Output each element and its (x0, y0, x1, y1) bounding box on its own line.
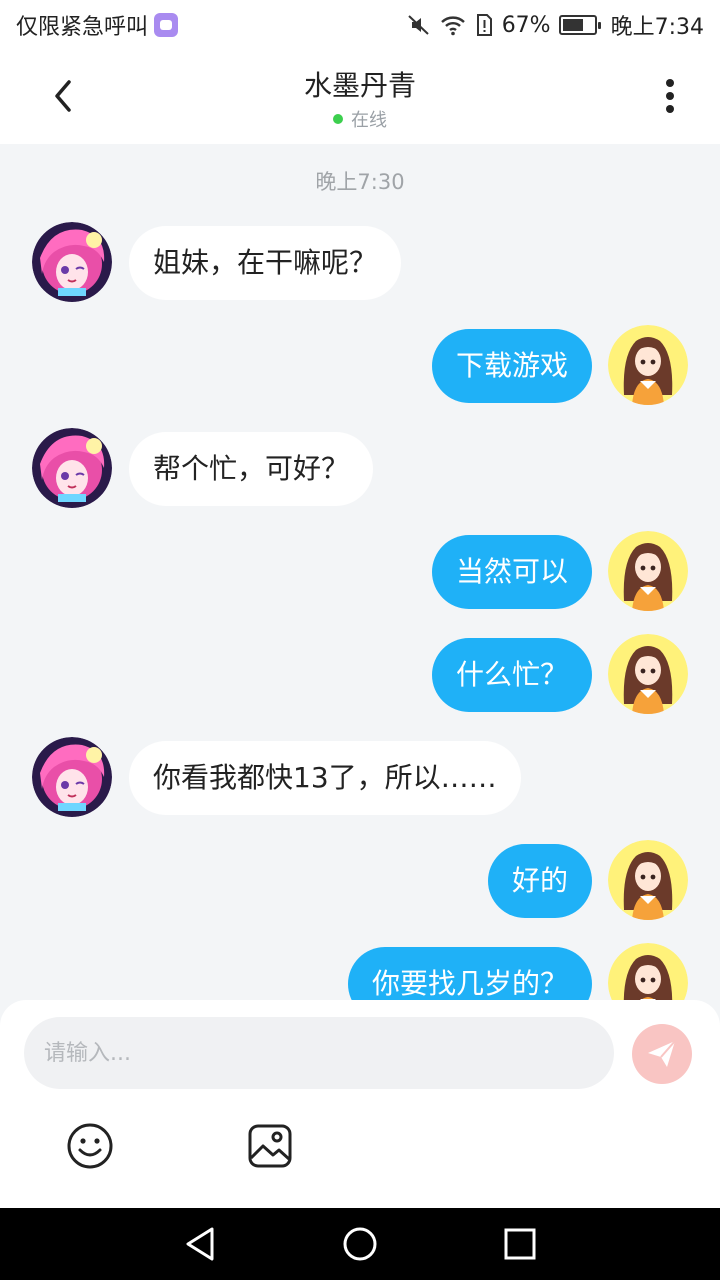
status-time: 晚上7:34 (610, 15, 704, 40)
received-message-bubble[interactable]: 你看我都快13了，所以…… (129, 741, 521, 815)
my-avatar[interactable] (608, 943, 688, 1000)
online-status: 在线 (0, 106, 720, 132)
contact-avatar[interactable] (32, 428, 112, 508)
sim-alert-icon (476, 14, 492, 36)
message-row: 姐妹，在干嘛呢？ (0, 222, 720, 302)
nav-back-button[interactable] (180, 1224, 220, 1264)
sent-message-bubble[interactable]: 什么忙？ (431, 638, 592, 712)
sent-message-bubble[interactable]: 下载游戏 (431, 329, 592, 403)
online-dot-icon (333, 114, 343, 124)
sent-message-bubble[interactable]: 当然可以 (431, 535, 592, 609)
image-icon (248, 1124, 292, 1168)
message-row: 帮个忙，可好？ (0, 428, 720, 508)
sent-message-bubble[interactable]: 好的 (487, 844, 592, 918)
message-input[interactable] (24, 1017, 614, 1089)
message-row: 你看我都快13了，所以…… (0, 737, 720, 817)
contact-avatar[interactable] (32, 222, 112, 302)
send-icon (648, 1040, 676, 1067)
square-recents-icon (504, 1228, 536, 1260)
sent-message-bubble[interactable]: 你要找几岁的？ (347, 947, 592, 1000)
emergency-call-text: 仅限紧急呼叫 (16, 15, 149, 40)
status-left: 仅限紧急呼叫 (16, 9, 179, 41)
message-row: 你要找几岁的？ (0, 943, 720, 1000)
more-options-button[interactable] (646, 72, 694, 120)
received-message-bubble[interactable]: 帮个忙，可好？ (129, 432, 374, 506)
message-row: 好的 (0, 840, 720, 920)
chat-header: 水墨丹青 在线 (0, 50, 720, 144)
send-button[interactable] (632, 1024, 692, 1084)
composer-panel (0, 1000, 720, 1208)
message-list: 晚上7:30 姐妹，在干嘛呢？ 下载游戏 帮个忙，可好？ 当然可以什么忙？ 你看我都快1… (0, 144, 720, 1000)
contact-avatar[interactable] (32, 737, 112, 817)
status-right: 67% 晚上7:34 (406, 9, 704, 41)
nav-recents-button[interactable] (500, 1224, 540, 1264)
nav-home-button[interactable] (340, 1224, 380, 1264)
message-row: 下载游戏 (0, 325, 720, 405)
circle-home-icon (343, 1227, 377, 1261)
smile-icon (67, 1123, 113, 1169)
online-status-label: 在线 (351, 110, 387, 131)
my-avatar[interactable] (608, 325, 688, 405)
my-avatar[interactable] (608, 840, 688, 920)
received-message-bubble[interactable]: 姐妹，在干嘛呢？ (129, 226, 402, 300)
wifi-icon (440, 16, 465, 36)
page-title: 水墨丹青 (303, 69, 416, 102)
app-badge-icon (154, 13, 179, 37)
battery-icon (558, 15, 601, 35)
more-vertical-icon (666, 79, 674, 113)
title-block: 水墨丹青 在线 (0, 64, 720, 132)
time-separator: 晚上7:30 (315, 170, 405, 194)
system-nav-bar (0, 1208, 720, 1280)
battery-percent: 67% (501, 12, 551, 38)
status-bar: 仅限紧急呼叫 67% 晚上7:34 (0, 0, 720, 50)
chat-screen: 仅限紧急呼叫 67% 晚上7:34 水墨丹青 在线 晚上7:30 姐妹，在干嘛呢… (0, 0, 720, 1280)
my-avatar[interactable] (608, 531, 688, 611)
mute-icon (407, 15, 429, 35)
battery-level (562, 19, 583, 31)
image-button[interactable] (246, 1122, 294, 1170)
triangle-back-icon (186, 1227, 214, 1261)
emoji-button[interactable] (66, 1122, 114, 1170)
message-row: 当然可以 (0, 531, 720, 611)
my-avatar[interactable] (608, 634, 688, 714)
message-row: 什么忙？ (0, 634, 720, 714)
